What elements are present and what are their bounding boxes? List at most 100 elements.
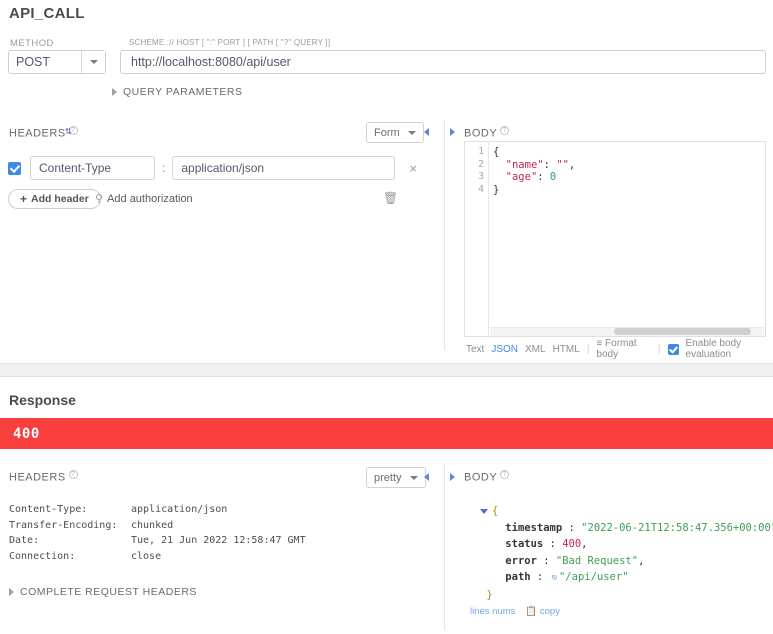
method-label: METHOD bbox=[10, 38, 54, 49]
json-value: "/api/user" bbox=[558, 571, 629, 583]
headers-view-mode-value: Form bbox=[374, 126, 400, 139]
line-number: 1 bbox=[478, 146, 484, 157]
header-key: Date: bbox=[9, 535, 40, 546]
key-icon: ⚲ bbox=[95, 193, 104, 205]
panel-divider bbox=[444, 465, 445, 630]
json-root-row[interactable]: { bbox=[480, 503, 773, 520]
header-key: Content-Type: bbox=[9, 504, 88, 515]
method-dropdown-button[interactable] bbox=[81, 51, 105, 73]
response-body-json: { timestamp : "2022-06-21T12:58:47.356+0… bbox=[480, 503, 773, 603]
table-row: Transfer-Encoding: chunked bbox=[9, 518, 306, 534]
collapse-left-icon[interactable] bbox=[424, 473, 429, 481]
header-row: Content-Type : application/json × bbox=[8, 156, 417, 180]
help-icon[interactable]: ? bbox=[500, 126, 510, 135]
code-line: "age": 0 bbox=[505, 171, 557, 183]
divider: | bbox=[657, 343, 661, 355]
request-body-title: BODY? bbox=[464, 126, 510, 140]
table-row: Date: Tue, 21 Jun 2022 12:58:47 GMT bbox=[9, 533, 306, 549]
add-header-button[interactable]: + Add header bbox=[8, 189, 101, 209]
line-number: 4 bbox=[478, 183, 484, 195]
response-headers-view-mode-dropdown[interactable]: pretty bbox=[366, 467, 426, 488]
help-icon[interactable]: ? bbox=[500, 470, 510, 479]
body-format-text[interactable]: Text bbox=[466, 344, 484, 355]
request-body-editor[interactable]: 1234 { "name": "", "age": 0} bbox=[464, 141, 766, 337]
add-authorization-button[interactable]: ⚲ Add authorization bbox=[95, 192, 193, 205]
json-field-timestamp: timestamp : "2022-06-21T12:58:47.356+00:… bbox=[480, 520, 773, 537]
response-status-bar: 400 bbox=[0, 418, 773, 449]
header-value: chunked bbox=[131, 519, 174, 531]
response-title: Response bbox=[9, 392, 76, 408]
header-key: Transfer-Encoding: bbox=[9, 519, 118, 531]
line-number: 3 bbox=[478, 171, 484, 182]
header-enabled-checkbox[interactable] bbox=[8, 161, 21, 175]
help-icon[interactable]: ? bbox=[68, 470, 78, 479]
collapse-toggle-icon[interactable] bbox=[480, 508, 488, 514]
lines-nums-button[interactable]: lines nums bbox=[470, 606, 515, 617]
chevron-down-icon bbox=[89, 60, 98, 64]
json-separator: : bbox=[543, 538, 563, 550]
response-headers-view-mode-value: pretty bbox=[374, 471, 402, 484]
api-client-screen: API_CALL METHOD SCHEME :// HOST [ ":" PO… bbox=[0, 0, 773, 634]
body-format-json[interactable]: JSON bbox=[491, 344, 518, 355]
add-header-label: Add header bbox=[31, 193, 89, 205]
panel-divider bbox=[444, 120, 445, 350]
response-body-toolbar: lines nums 📋 copy bbox=[470, 606, 560, 617]
complete-request-headers-label: COMPLETE REQUEST HEADERS bbox=[20, 586, 197, 598]
query-parameters-toggle[interactable]: QUERY PARAMETERS bbox=[112, 86, 242, 98]
chevron-down-icon bbox=[407, 130, 416, 135]
plus-icon: + bbox=[20, 192, 28, 206]
line-number: 2 bbox=[478, 158, 484, 170]
header-value-input[interactable]: application/json bbox=[172, 156, 396, 180]
json-field-status: status : 400, bbox=[480, 536, 773, 553]
copy-button[interactable]: 📋 copy bbox=[525, 606, 560, 617]
body-format-xml[interactable]: XML bbox=[525, 344, 546, 355]
sort-icon[interactable]: ⇅ bbox=[65, 124, 77, 137]
status-code: 400 bbox=[13, 425, 40, 442]
collapse-right-icon[interactable] bbox=[450, 128, 455, 136]
request-body-code[interactable]: { "name": "", "age": 0} bbox=[493, 146, 575, 196]
add-authorization-label: Add authorization bbox=[107, 193, 193, 205]
table-row: Content-Type: application/json bbox=[9, 502, 306, 518]
json-key: status bbox=[505, 538, 544, 550]
header-name-input[interactable]: Content-Type bbox=[30, 156, 155, 180]
collapse-right-icon[interactable] bbox=[450, 473, 455, 481]
collapse-left-icon[interactable] bbox=[424, 128, 429, 136]
table-row: Connection: close bbox=[9, 549, 306, 565]
format-body-button[interactable]: ≡ Format body bbox=[596, 338, 650, 360]
delete-headers-icon[interactable]: 🗑 bbox=[383, 191, 398, 205]
json-field-path: path : ⎋ "/api/user" bbox=[480, 569, 773, 587]
line-number-gutter: 1234 bbox=[465, 142, 489, 336]
complete-request-headers-toggle[interactable]: COMPLETE REQUEST HEADERS bbox=[9, 586, 197, 598]
chevron-right-icon bbox=[112, 88, 117, 97]
header-key: Connection: bbox=[9, 550, 76, 562]
request-body-toolbar: Text JSON XML HTML | ≡ Format body | Enable bod… bbox=[466, 338, 773, 360]
page-title: API_CALL bbox=[9, 5, 85, 22]
json-key: path bbox=[505, 571, 531, 583]
chevron-down-icon bbox=[409, 475, 418, 480]
json-separator: : bbox=[536, 554, 556, 567]
json-separator: : bbox=[562, 521, 582, 534]
body-format-html[interactable]: HTML bbox=[553, 344, 580, 355]
json-separator: : bbox=[530, 571, 550, 583]
method-select[interactable]: POST bbox=[8, 50, 106, 74]
headers-view-mode-dropdown[interactable]: Form bbox=[366, 122, 424, 143]
remove-header-button[interactable]: × bbox=[409, 161, 417, 176]
method-value: POST bbox=[16, 55, 51, 69]
header-value: close bbox=[131, 550, 162, 562]
json-comma: , bbox=[581, 538, 588, 550]
json-value: "2022-06-21T12:58:47.356+00:00" bbox=[581, 521, 773, 534]
url-input[interactable]: http://localhost:8080/api/user bbox=[120, 50, 766, 74]
header-value: Tue, 21 Jun 2022 12:58:47 GMT bbox=[131, 535, 306, 546]
enable-body-evaluation-checkbox[interactable] bbox=[667, 343, 679, 355]
json-comma: , bbox=[638, 554, 645, 567]
external-link-icon[interactable]: ⎋ bbox=[552, 573, 557, 583]
json-close-row: } bbox=[486, 588, 493, 601]
json-key: error bbox=[505, 554, 537, 567]
horizontal-scrollbar[interactable] bbox=[490, 327, 765, 336]
divider: | bbox=[586, 343, 590, 355]
response-headers-title: HEADERS? bbox=[9, 470, 78, 484]
enable-body-evaluation-label: Enable body evaluation bbox=[685, 338, 742, 360]
header-value: application/json bbox=[131, 504, 228, 515]
response-headers-table: Content-Type: application/json Transfer-En… bbox=[9, 502, 306, 564]
response-body-title: BODY? bbox=[464, 470, 510, 484]
